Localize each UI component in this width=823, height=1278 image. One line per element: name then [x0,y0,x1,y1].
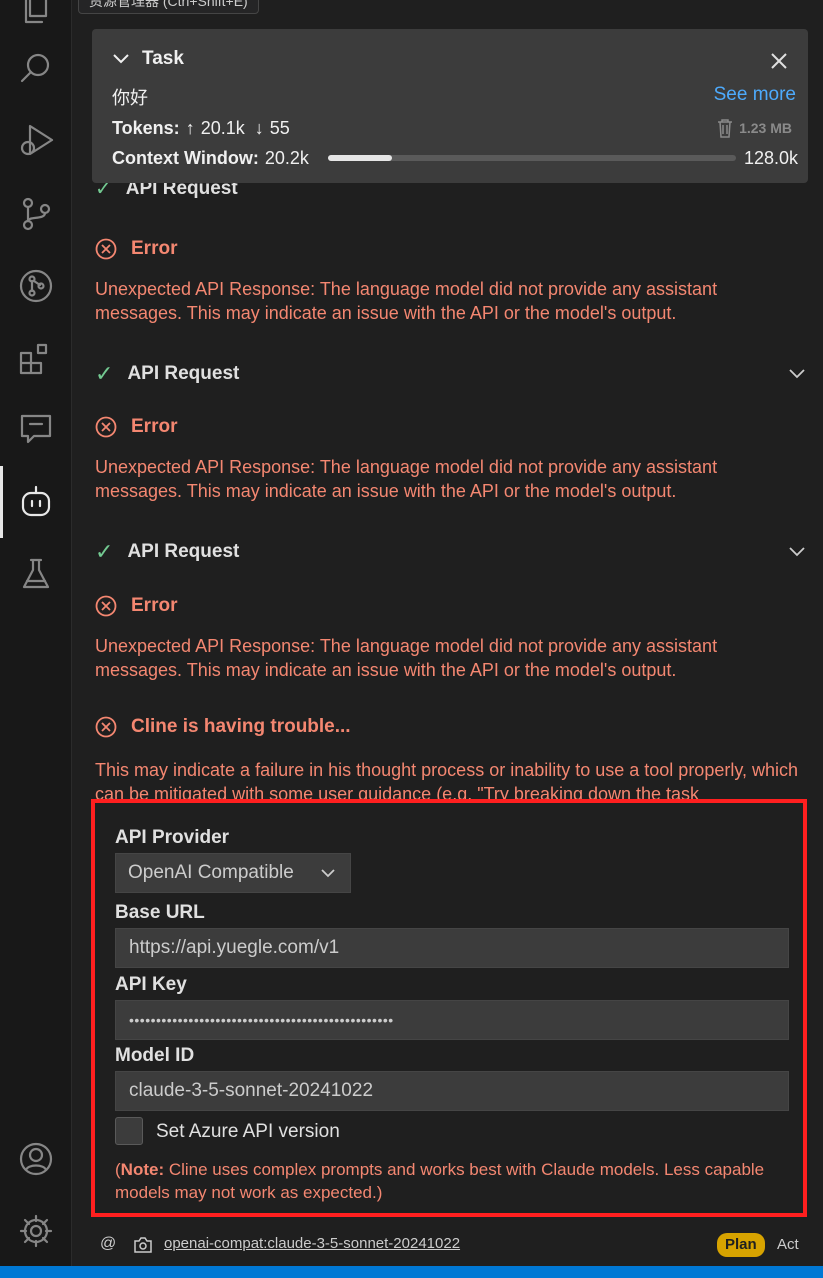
tokens-in: 20.1k [200,118,245,138]
error-circle-icon [95,716,117,738]
note-body: Cline uses complex prompts and works bes… [115,1160,765,1202]
error-message-2: Error Unexpected API Response: The langu… [95,416,807,503]
api-request-label: API Request [127,363,240,384]
error-text: Unexpected API Response: The language mo… [95,279,718,323]
chevron-down-icon[interactable] [112,52,130,66]
status-bar [0,1266,823,1278]
explorer-tooltip: 资源管理器 (Ctrl+Shift+E) [78,0,259,14]
run-debug-icon[interactable] [16,120,56,160]
check-icon: ✓ [95,539,114,564]
at-mention-button[interactable]: @ [100,1235,116,1253]
tokens-row: Tokens: ↑ 20.1k ↓ 55 [112,118,796,139]
check-icon: ✓ [95,361,114,386]
azure-label: Set Azure API version [156,1121,340,1142]
model-selector-link[interactable]: openai-compat:claude-3-5-sonnet-20241022 [164,1235,460,1252]
api-settings-panel: API Provider OpenAI Compatible Base URL … [91,799,807,1217]
act-mode-button[interactable]: Act [777,1233,799,1257]
task-size: 1.23 MB [717,118,792,138]
error-circle-icon [95,595,117,617]
context-progress-bar [328,155,736,161]
check-icon: ✓ [95,182,112,200]
tokens-out: 55 [269,118,290,138]
error-label: Error [131,238,178,259]
account-icon[interactable] [16,1139,56,1179]
close-icon[interactable] [768,50,790,72]
error-text: Unexpected API Response: The language mo… [95,457,718,501]
task-text: 你好 [112,88,148,108]
arrow-up-icon: ↑ [185,118,195,138]
tokens-label: Tokens: [112,118,180,138]
chevron-down-icon [321,869,335,878]
settings-gear-icon[interactable] [16,1211,56,1251]
api-request-label: API Request [127,541,240,562]
api-request-row-1[interactable]: ✓ API Request [95,361,807,387]
note-prefix: Note: [120,1160,165,1179]
error-circle-icon [95,238,117,260]
context-max: 128.0k [743,148,798,168]
chevron-down-icon[interactable] [787,365,807,381]
cline-robot-icon[interactable] [16,482,56,522]
base-url-input[interactable]: https://api.yuegle.com/v1 [115,928,789,968]
task-header[interactable]: Task [112,48,796,70]
model-id-label: Model ID [115,1045,195,1066]
trouble-message: Cline is having trouble... This may indi… [95,716,807,800]
explorer-icon[interactable] [16,0,56,28]
error-circle-icon [95,416,117,438]
activity-bar [0,0,72,1266]
context-label: Context Window: [112,148,259,168]
error-label: Error [131,595,178,616]
api-key-input[interactable]: ••••••••••••••••••••••••••••••••••••••••… [115,1000,789,1040]
trouble-text: This may indicate a failure in his thoug… [95,760,799,800]
error-message-1: Error Unexpected API Response: The langu… [95,238,807,325]
api-provider-value: OpenAI Compatible [128,862,294,883]
task-card: Task 你好 See more Tokens: ↑ 20.1k ↓ 55 1.… [92,29,808,183]
testing-flask-icon[interactable] [16,554,56,594]
extensions-icon[interactable] [16,338,56,378]
api-request-label: API Request [125,182,238,199]
chevron-down-icon[interactable] [787,543,807,559]
base-url-label: Base URL [115,902,205,923]
source-control-icon[interactable] [16,194,56,234]
context-progress-fill [328,155,393,161]
error-message-3: Error Unexpected API Response: The langu… [95,595,807,682]
note-text: (Note: Cline uses complex prompts and wo… [115,1160,765,1202]
see-more-link[interactable]: See more [714,84,796,106]
camera-icon[interactable] [133,1236,153,1254]
plan-mode-button[interactable]: Plan [717,1233,765,1257]
trouble-title: Cline is having trouble... [131,716,351,737]
trash-icon[interactable] [717,118,733,138]
git-graph-icon[interactable] [16,266,56,306]
search-icon[interactable] [16,48,56,88]
size-label: 1.23 MB [739,120,792,136]
error-text: Unexpected API Response: The language mo… [95,636,718,680]
remote-explorer-icon[interactable] [16,408,56,448]
task-title: Task [142,48,184,69]
error-label: Error [131,416,178,437]
api-provider-label: API Provider [115,827,230,848]
api-key-label: API Key [115,974,187,995]
popover-arrow [300,1217,326,1229]
api-request-row-2[interactable]: ✓ API Request [95,539,807,565]
api-provider-select[interactable]: OpenAI Compatible [115,853,351,893]
model-id-input[interactable]: claude-3-5-sonnet-20241022 [115,1071,789,1111]
active-indicator [0,466,3,538]
context-used: 20.2k [264,148,309,168]
arrow-down-icon: ↓ [254,118,264,138]
partial-api-request: ✓ API Request [95,182,807,204]
azure-checkbox[interactable] [115,1117,143,1145]
